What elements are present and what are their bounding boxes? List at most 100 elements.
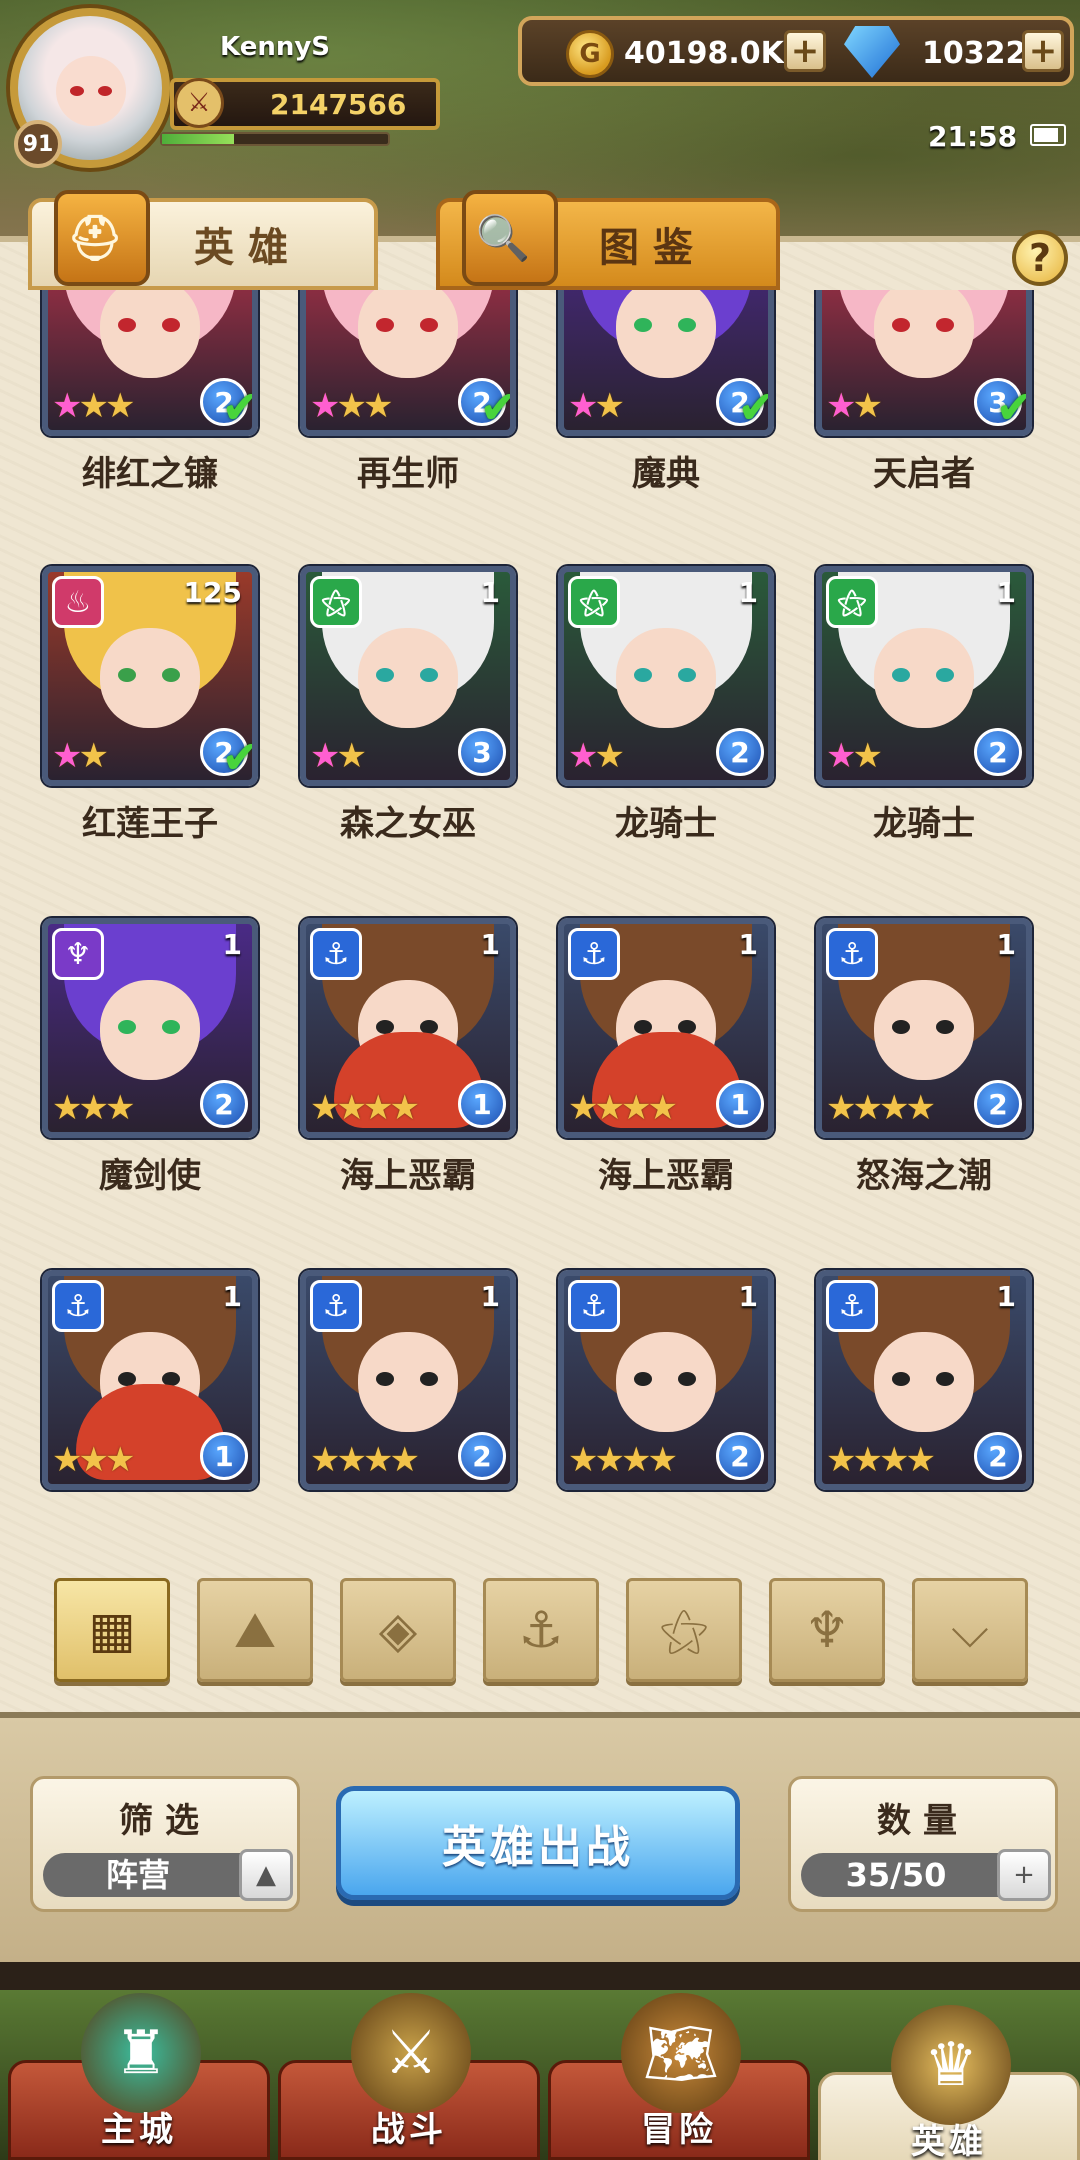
hero-grade-badge: 2: [974, 1080, 1022, 1128]
hero-stars: ★★: [568, 386, 625, 426]
add-gold-button[interactable]: +: [784, 30, 826, 72]
tab-codex[interactable]: 🔍 图鉴: [436, 190, 780, 290]
faction-filter-row: ▦ ⛰ ◈ ⚓ ⚝ ♆ ⌵: [0, 1578, 1080, 1688]
faction-anchor-icon: ⚓: [310, 928, 362, 980]
check-icon: ✔: [479, 380, 516, 434]
hero-card[interactable]: ♦ ★★ 3 ✔: [816, 290, 1032, 436]
diamond-gem-icon: [844, 26, 900, 78]
player-info: KennyS ⚔ 2147566: [130, 30, 450, 150]
hero-grade-badge: 2: [716, 1432, 764, 1480]
hero-copies-count: 1: [738, 928, 758, 961]
crossed-swords-icon: ⚔: [351, 1993, 471, 2113]
hero-grade-badge: 1: [458, 1080, 506, 1128]
hero-name: 海上恶霸: [598, 1156, 734, 1196]
filter-anchor-icon[interactable]: ⚓: [483, 1578, 599, 1682]
help-button[interactable]: ?: [1012, 230, 1068, 286]
hero-stars: ★★: [310, 736, 367, 776]
filter-forest-icon[interactable]: ⛰: [197, 1578, 313, 1682]
hero-card[interactable]: ⚓ 1 ★★★★ 2: [816, 1270, 1032, 1490]
power-swords-icon: ⚔: [174, 78, 224, 128]
nav-label: 英雄: [911, 2122, 987, 2160]
hero-grade-badge: 1: [716, 1080, 764, 1128]
hero-name: 龙骑士: [615, 804, 717, 844]
nav-tab-4[interactable]: ♛ 英雄: [818, 2005, 1080, 2160]
player-level-badge: 91: [14, 120, 62, 168]
hero-stars: ★★★: [52, 1440, 135, 1480]
hero-battle-button[interactable]: 英雄出战: [336, 1786, 740, 1900]
hero-card[interactable]: ⚝ 1 ★★ 3: [300, 566, 516, 786]
hero-grade-badge: 2: [200, 1080, 248, 1128]
hero-name: 海上恶霸: [340, 1156, 476, 1196]
hero-stars: ★★★★: [568, 1088, 678, 1128]
experience-bar: [160, 132, 390, 146]
map-icon: 🗺: [621, 1993, 741, 2113]
hero-card[interactable]: ♦ ★★★ 2 ✔: [300, 290, 516, 436]
hero-copies-count: 1: [738, 1280, 758, 1313]
hero-grade-badge: 3: [458, 728, 506, 776]
hero-grade-badge: 2: [974, 728, 1022, 776]
hero-stars: ★★★: [310, 386, 393, 426]
faction-anchor-icon: ⚓: [568, 1280, 620, 1332]
hero-card[interactable]: ⚓ 1 ★★★★ 1: [558, 918, 774, 1138]
hero-card[interactable]: ♦ ★★★ 2 ✔: [42, 290, 258, 436]
chevron-up-icon[interactable]: ▲: [239, 1849, 293, 1901]
nav-tab-3[interactable]: 🗺 冒险: [548, 1993, 810, 2160]
gold-coin-icon: G: [566, 30, 614, 78]
hero-copies-count: 125: [183, 576, 242, 609]
hero-copies-count: 1: [222, 1280, 242, 1313]
hero-card[interactable]: ♆ ★★ 2 ✔: [558, 290, 774, 436]
faction-anchor-icon: ⚓: [310, 1280, 362, 1332]
check-icon: ✔: [221, 380, 258, 434]
hero-stars: ★★★: [52, 1088, 135, 1128]
hero-copies-count: 1: [222, 928, 242, 961]
filter-beast-icon[interactable]: ⚝: [626, 1578, 742, 1682]
tab-heroes[interactable]: ⛑ 英雄: [28, 190, 378, 290]
filter-wing-icon[interactable]: ⌵: [912, 1578, 1028, 1682]
hero-name: 绯红之镰: [82, 454, 218, 494]
nav-label: 战斗: [371, 2110, 447, 2150]
hero-card[interactable]: ⚝ 1 ★★ 2: [816, 566, 1032, 786]
hero-card[interactable]: ♨ 125 ★★ 2 ✔: [42, 566, 258, 786]
hero-card[interactable]: ⚝ 1 ★★ 2: [558, 566, 774, 786]
filter-all-grid-icon[interactable]: ▦: [54, 1578, 170, 1682]
hero-grade-badge: 2: [458, 1432, 506, 1480]
filter-title: 筛选: [119, 1801, 211, 1841]
helmet-icon: ⛑: [54, 190, 150, 286]
bottom-controls: 筛选 阵营 ▲ 英雄出战 数量 35/50 +: [0, 1712, 1080, 1962]
hero-card[interactable]: ⚓ 1 ★★★★ 2: [816, 918, 1032, 1138]
check-icon: ✔: [737, 380, 774, 434]
add-slot-button[interactable]: +: [997, 1849, 1051, 1901]
faction-fire-icon: ♨: [52, 576, 104, 628]
hero-card[interactable]: ⚓ 1 ★★★ 1: [42, 1270, 258, 1490]
hero-stars: ★★★★: [826, 1088, 936, 1128]
nav-tab-2[interactable]: ⚔ 战斗: [278, 1993, 540, 2160]
bottom-nav: ♜ 主城 ⚔ 战斗 🗺 冒险 ♛ 英雄: [0, 1990, 1080, 2160]
hero-stars: ★★★★: [310, 1440, 420, 1480]
hero-card[interactable]: ⚓ 1 ★★★★ 2: [300, 1270, 516, 1490]
nav-tab-1[interactable]: ♜ 主城: [8, 1993, 270, 2160]
tab-heroes-label: 英雄: [194, 225, 302, 271]
faction-anchor-icon: ⚓: [568, 928, 620, 980]
faction-shadow-icon: ♆: [52, 928, 104, 980]
hero-card[interactable]: ♆ 1 ★★★ 2: [42, 918, 258, 1138]
hero-card[interactable]: ⚓ 1 ★★★★ 1: [300, 918, 516, 1138]
faction-beast-icon: ⚝: [310, 576, 362, 628]
experience-fill: [162, 134, 235, 144]
filter-demon-icon[interactable]: ♆: [769, 1578, 885, 1682]
add-gems-button[interactable]: +: [1022, 30, 1064, 72]
currency-bar: G 40198.0K + 10322 +: [518, 16, 1074, 86]
filter-diamond-faction-icon[interactable]: ◈: [340, 1578, 456, 1682]
magnifier-book-icon: 🔍: [462, 190, 558, 286]
battery-icon: [1030, 124, 1066, 146]
hero-grade-badge: 2: [974, 1432, 1022, 1480]
hero-copies-count: 1: [996, 576, 1016, 609]
hero-card[interactable]: ⚓ 1 ★★★★ 2: [558, 1270, 774, 1490]
hero-copies-count: 1: [480, 928, 500, 961]
hero-copies-count: 1: [480, 576, 500, 609]
count-display: 35/50 +: [801, 1849, 1051, 1901]
hero-stars: ★★: [568, 736, 625, 776]
nav-label: 冒险: [641, 2110, 717, 2150]
filter-select[interactable]: 阵营 ▲: [43, 1849, 293, 1901]
hero-count-value: 35/50: [845, 1856, 947, 1894]
hero-stars: ★★: [52, 736, 109, 776]
